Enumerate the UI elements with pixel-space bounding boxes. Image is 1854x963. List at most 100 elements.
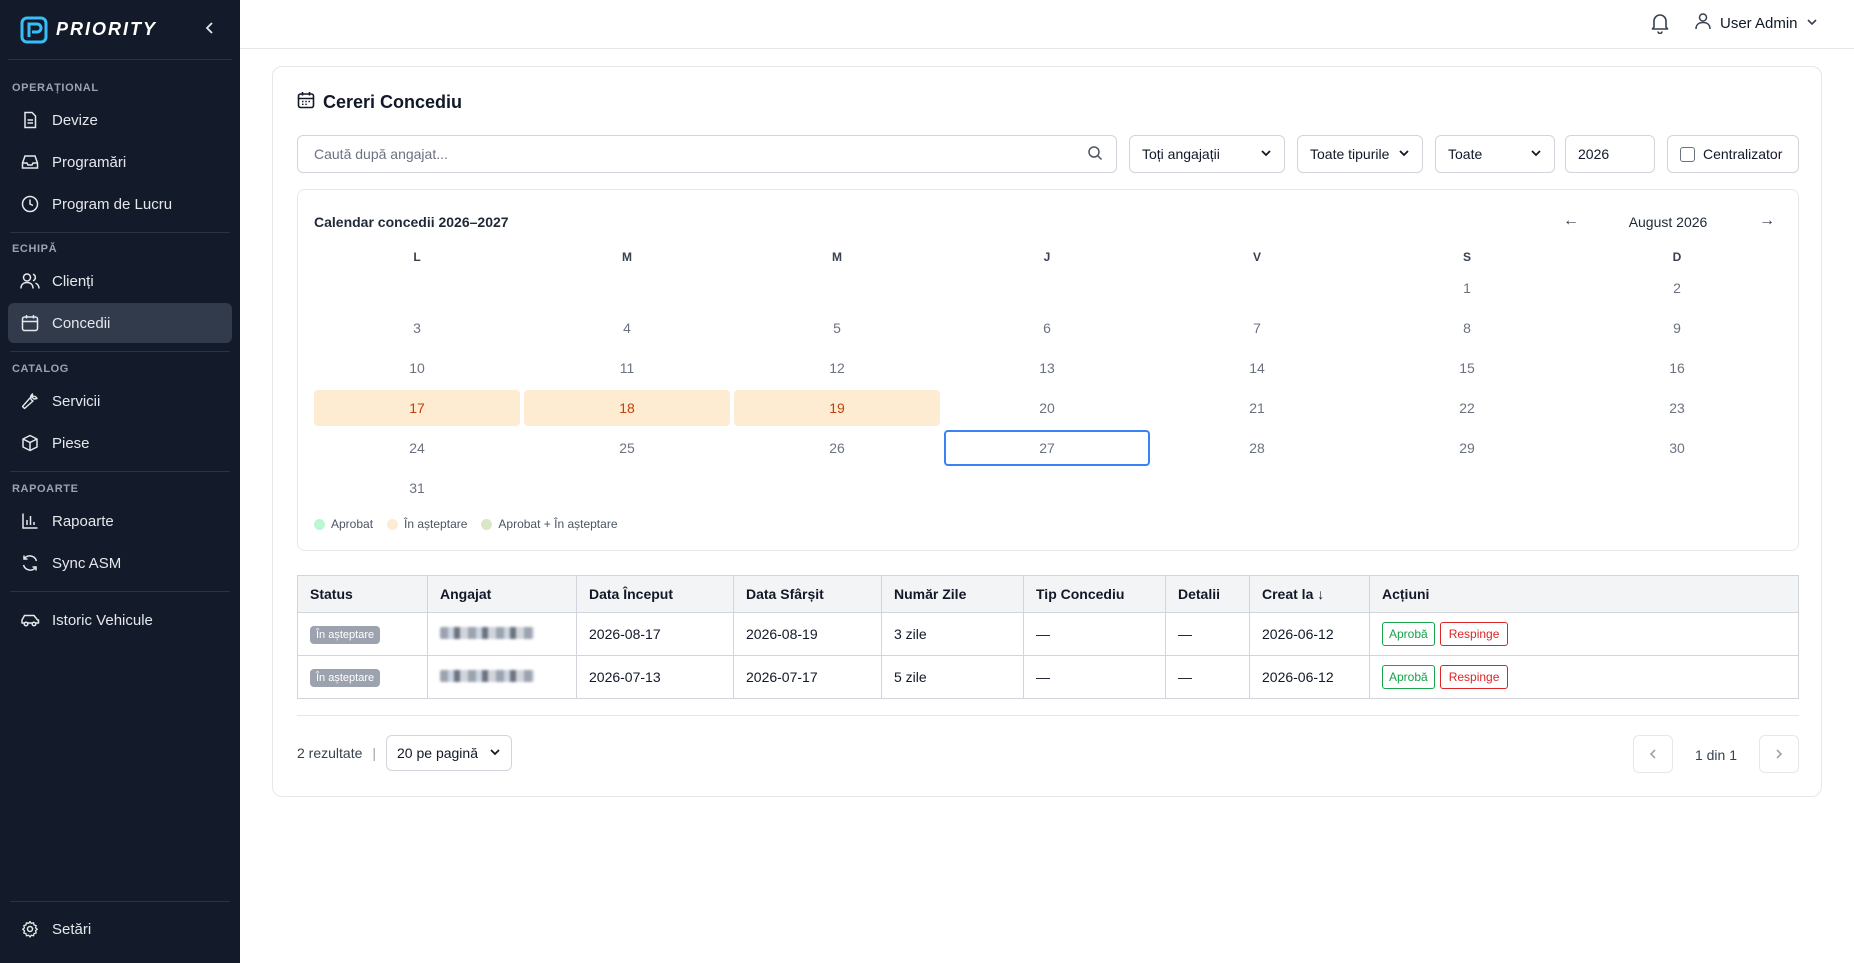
calendar-month: August 2026 [1628, 214, 1708, 230]
year-input[interactable] [1565, 135, 1655, 173]
reject-button[interactable]: Respinge [1439, 622, 1509, 646]
car-icon [20, 610, 40, 630]
calendar-day[interactable]: 10 [314, 350, 520, 386]
sidebar-item-sync-asm[interactable]: Sync ASM [8, 543, 232, 583]
leave-type-cell: — [1023, 612, 1166, 656]
start-date-cell: 2026-07-13 [576, 655, 734, 699]
page-title-text: Cereri Concediu [323, 92, 463, 112]
employee-select-value: Toți angajații [1142, 146, 1220, 162]
calendar-day[interactable]: 21 [1154, 390, 1360, 426]
centralizer-checkbox[interactable] [1680, 146, 1695, 162]
prev-month-button[interactable]: ← [1559, 212, 1583, 232]
per-page-select[interactable]: 20 pe pagină [386, 735, 513, 771]
calendar-day[interactable]: 31 [314, 470, 520, 506]
calendar-day[interactable]: 23 [1574, 390, 1780, 426]
sidebar-item-programari[interactable]: Programări [8, 142, 232, 182]
calendar-day[interactable]: 7 [1154, 310, 1360, 346]
sidebar-item-istoric-vehicule[interactable]: Istoric Vehicule [8, 600, 232, 640]
column-header-leave-type[interactable]: Tip Concediu [1023, 575, 1166, 613]
sidebar-item-devize[interactable]: Devize [8, 100, 232, 140]
reject-button[interactable]: Respinge [1439, 665, 1509, 689]
sidebar-item-setari[interactable]: Setări [8, 909, 232, 949]
next-page-button[interactable] [1759, 735, 1799, 773]
chevron-down-icon [1530, 146, 1542, 162]
sidebar-item-rapoarte[interactable]: Rapoarte [8, 501, 232, 541]
chevron-right-icon [1776, 749, 1783, 759]
created-at-cell: 2026-06-12 [1249, 612, 1370, 656]
column-header-days[interactable]: Număr Zile [881, 575, 1024, 613]
search-input[interactable] [297, 135, 1117, 173]
calendar-day[interactable]: 17 [314, 390, 520, 426]
calendar-day[interactable]: 5 [734, 310, 940, 346]
calendar-day[interactable]: 25 [524, 430, 730, 466]
status-cell: În așteptare [297, 612, 428, 656]
calendar-day[interactable]: 14 [1154, 350, 1360, 386]
leave-calendar: Calendar concedii 2026–2027 ← August 202… [297, 189, 1799, 551]
calendar-day[interactable]: 28 [1154, 430, 1360, 466]
per-page-value: 20 pe pagină [397, 745, 478, 761]
sidebar-item-clienti[interactable]: Clienți [8, 261, 232, 301]
column-header-start-date[interactable]: Data Început [576, 575, 734, 613]
status-select[interactable]: Toate [1435, 135, 1555, 173]
weekday-header: J [1043, 250, 1051, 264]
calendar-day[interactable]: 19 [734, 390, 940, 426]
calendar-day[interactable]: 15 [1364, 350, 1570, 386]
calendar-day[interactable]: 4 [524, 310, 730, 346]
calendar-day[interactable]: 30 [1574, 430, 1780, 466]
user-menu[interactable]: User Admin [1694, 12, 1818, 34]
inbox-icon [20, 152, 40, 172]
leave-type-select[interactable]: Toate tipurile [1297, 135, 1423, 173]
collapse-sidebar-button[interactable] [200, 18, 220, 38]
next-month-button[interactable]: → [1755, 212, 1779, 232]
calendar-day[interactable]: 29 [1364, 430, 1570, 466]
calendar-day[interactable]: 16 [1574, 350, 1780, 386]
wrench-icon [20, 391, 40, 411]
legend-label: Aprobat [331, 517, 374, 531]
calendar-day[interactable]: 2 [1574, 270, 1780, 306]
calendar-day[interactable]: 27 [944, 430, 1150, 466]
centralizer-label: Centralizator [1703, 146, 1783, 162]
days-cell: 3 zile [881, 612, 1024, 656]
priority-logo-icon [20, 16, 48, 43]
calendar-day[interactable]: 6 [944, 310, 1150, 346]
column-header-employee[interactable]: Angajat [427, 575, 577, 613]
leave-requests-table: Status Angajat Data Început Data Sfârșit… [297, 575, 1799, 699]
approve-button[interactable]: Aprobă [1382, 665, 1435, 689]
column-header-created-at[interactable]: Creat la ↓ [1249, 575, 1370, 613]
approve-button[interactable]: Aprobă [1382, 622, 1435, 646]
table-row: În așteptare 2026-07-13 2026-07-17 5 zil… [297, 655, 1799, 699]
calendar-day[interactable]: 1 [1364, 270, 1570, 306]
column-header-details[interactable]: Detalii [1165, 575, 1250, 613]
centralizer-toggle[interactable]: Centralizator [1667, 135, 1799, 173]
calendar-day[interactable]: 9 [1574, 310, 1780, 346]
employee-select[interactable]: Toți angajații [1129, 135, 1285, 173]
calendar-day[interactable]: 3 [314, 310, 520, 346]
calendar-day[interactable]: 18 [524, 390, 730, 426]
column-header-status[interactable]: Status [297, 575, 428, 613]
sidebar-item-label: Concedii [52, 314, 111, 332]
section-label-catalog: CATALOG [12, 363, 69, 375]
search-icon [1087, 145, 1103, 165]
sidebar-item-piese[interactable]: Piese [8, 423, 232, 463]
column-header-end-date[interactable]: Data Sfârșit [733, 575, 882, 613]
end-date-cell: 2026-08-19 [733, 612, 882, 656]
weekday-header: M [832, 250, 842, 264]
sidebar-item-program-de-lucru[interactable]: Program de Lucru [8, 184, 232, 224]
calendar-day[interactable]: 11 [524, 350, 730, 386]
sidebar-item-concedii[interactable]: Concedii [8, 303, 232, 343]
separator: | [372, 745, 377, 761]
employee-cell [427, 612, 577, 656]
calendar-day[interactable]: 13 [944, 350, 1150, 386]
calendar-day[interactable]: 22 [1364, 390, 1570, 426]
notifications-button[interactable] [1650, 12, 1672, 35]
sidebar-item-servicii[interactable]: Servicii [8, 381, 232, 421]
prev-page-button[interactable] [1633, 735, 1673, 773]
calendar-day[interactable]: 26 [734, 430, 940, 466]
calendar-day[interactable]: 24 [314, 430, 520, 466]
calendar-day[interactable]: 12 [734, 350, 940, 386]
calendar-day[interactable]: 8 [1364, 310, 1570, 346]
calendar-day[interactable]: 20 [944, 390, 1150, 426]
chevron-down-icon [1398, 146, 1410, 162]
created-at-cell: 2026-06-12 [1249, 655, 1370, 699]
users-icon [20, 271, 40, 291]
